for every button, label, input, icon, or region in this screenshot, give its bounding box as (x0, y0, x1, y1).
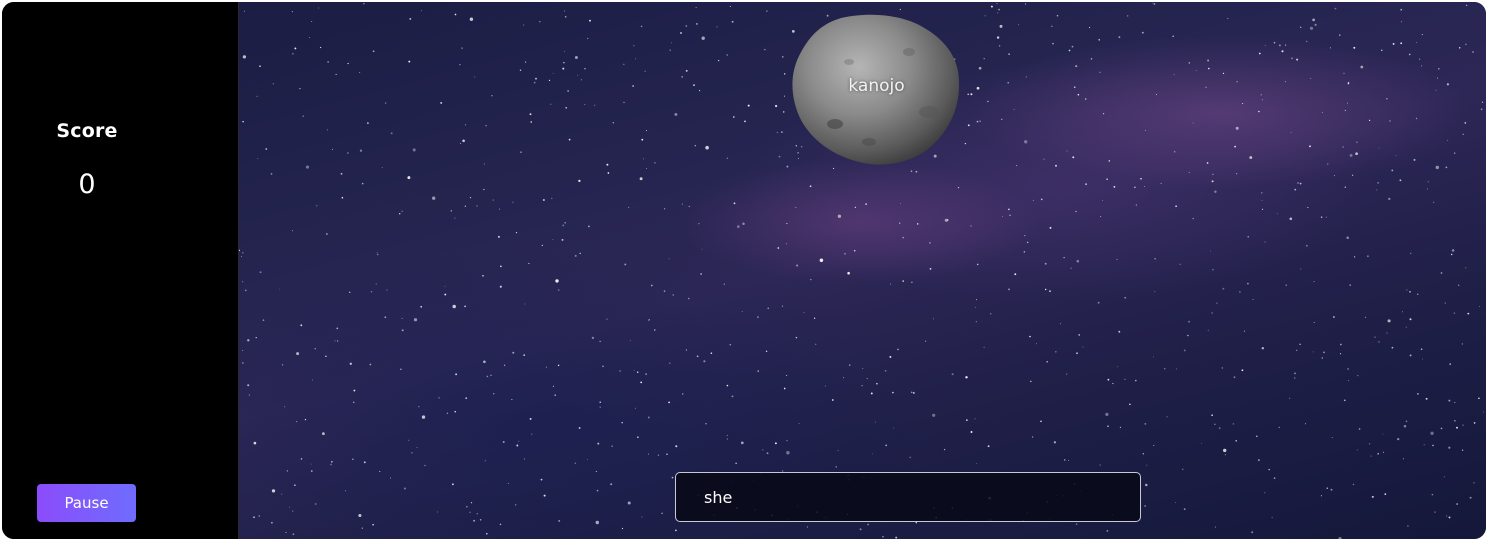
word-input[interactable] (675, 472, 1141, 522)
playfield: kanojo (239, 2, 1486, 539)
score-value: 0 (78, 169, 96, 200)
asteroid: kanojo (789, 12, 964, 167)
pause-button[interactable]: Pause (37, 484, 136, 522)
game-window: Score 0 Pause kanojo she (2, 2, 1486, 539)
score-label: Score (56, 120, 118, 142)
asteroid-word: kanojo (848, 76, 905, 96)
sidebar: Score 0 Pause (2, 2, 239, 539)
